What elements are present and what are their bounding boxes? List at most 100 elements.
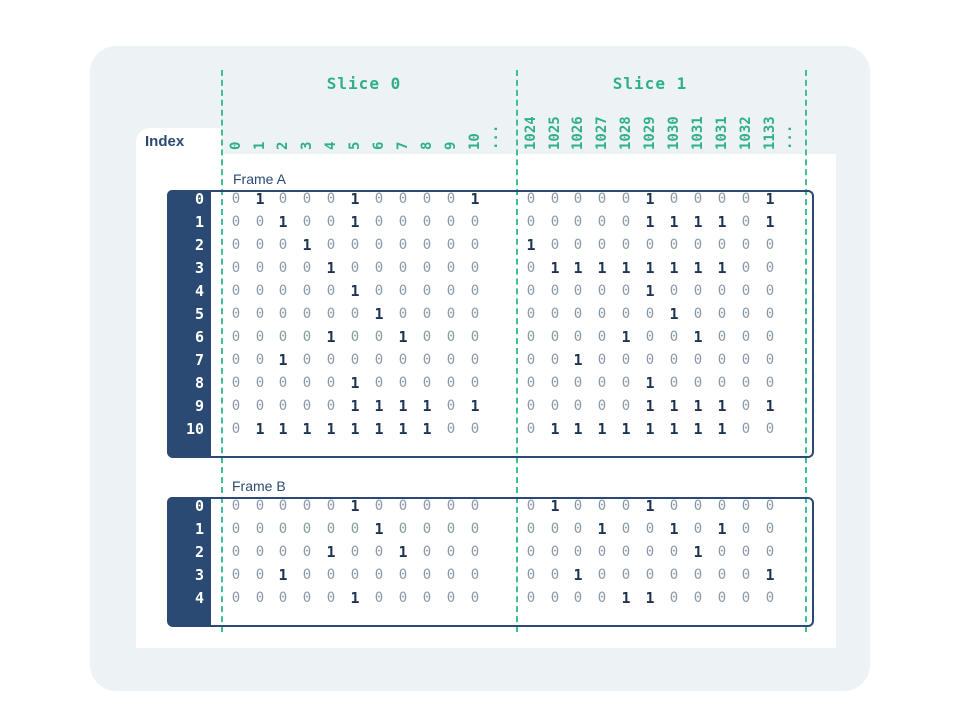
matrix-cell: 0 — [326, 191, 336, 207]
matrix-cell: 0 — [741, 590, 751, 606]
matrix-cell: 1 — [717, 520, 727, 538]
matrix-cell: 0 — [526, 214, 536, 230]
matrix-cell: 0 — [470, 283, 480, 299]
matrix-cell: 0 — [278, 260, 288, 276]
matrix-cell: 1 — [470, 397, 480, 415]
matrix-cell: 1 — [350, 374, 360, 392]
matrix-cell: 0 — [422, 306, 432, 322]
matrix-cell: 0 — [422, 191, 432, 207]
matrix-cell: 1 — [398, 543, 408, 561]
matrix-cell: 0 — [446, 260, 456, 276]
matrix-cell: 0 — [526, 421, 536, 437]
matrix-cell: 0 — [398, 375, 408, 391]
matrix-cell: 0 — [350, 329, 360, 345]
matrix-cell: 0 — [470, 590, 480, 606]
matrix-cell: 0 — [645, 352, 655, 368]
matrix-cell: 1 — [374, 420, 384, 438]
matrix-cell: 1 — [550, 420, 560, 438]
matrix-cell: 1 — [693, 328, 703, 346]
matrix-cell: 0 — [741, 191, 751, 207]
row-index: 2 — [194, 543, 204, 561]
matrix-cell: 0 — [446, 306, 456, 322]
matrix-cell: 1 — [350, 190, 360, 208]
matrix-cell: 0 — [255, 237, 265, 253]
matrix-cell: 0 — [550, 398, 560, 414]
matrix-cell: 0 — [446, 567, 456, 583]
matrix-cell: 0 — [374, 329, 384, 345]
matrix-cell: 0 — [398, 498, 408, 514]
matrix-cell: 0 — [470, 498, 480, 514]
matrix-cell: 0 — [350, 544, 360, 560]
column-number: 4 — [323, 141, 339, 150]
matrix-cell: 0 — [550, 544, 560, 560]
matrix-cell: 1 — [645, 190, 655, 208]
matrix-cell: 1 — [550, 259, 560, 277]
matrix-cell: 0 — [765, 329, 775, 345]
matrix-cell: 0 — [422, 260, 432, 276]
matrix-cell: 0 — [693, 352, 703, 368]
matrix-cell: 0 — [446, 191, 456, 207]
row-index: 7 — [194, 351, 204, 369]
matrix-cell: 1 — [374, 520, 384, 538]
matrix-cell: 0 — [621, 283, 631, 299]
matrix-cell: 1 — [255, 420, 265, 438]
matrix-cell: 0 — [550, 590, 560, 606]
matrix-cell: 0 — [597, 498, 607, 514]
matrix-cell: 0 — [741, 544, 751, 560]
matrix-cell: 0 — [422, 237, 432, 253]
matrix-cell: 1 — [326, 420, 336, 438]
column-number: 5 — [347, 141, 363, 150]
matrix-cell: 0 — [374, 237, 384, 253]
slice-0-title: Slice 0 — [326, 74, 402, 93]
matrix-cell: 0 — [374, 544, 384, 560]
matrix-cell: 0 — [446, 421, 456, 437]
row-index: 1 — [194, 213, 204, 231]
matrix-cell: 0 — [597, 352, 607, 368]
matrix-cell: 0 — [446, 375, 456, 391]
column-number: 9 — [443, 141, 459, 150]
matrix-cell: 0 — [669, 237, 679, 253]
matrix-cell: 1 — [326, 259, 336, 277]
matrix-cell: 0 — [550, 283, 560, 299]
matrix-cell: 0 — [446, 237, 456, 253]
matrix-cell: 1 — [302, 420, 312, 438]
column-number: 1031 — [714, 116, 730, 150]
matrix-cell: 0 — [231, 352, 241, 368]
matrix-cell: 0 — [231, 498, 241, 514]
matrix-cell: 0 — [422, 498, 432, 514]
matrix-cell: 0 — [255, 567, 265, 583]
column-number: 1 — [252, 141, 268, 150]
matrix-cell: 0 — [350, 521, 360, 537]
matrix-cell: 0 — [597, 329, 607, 345]
matrix-cell: 0 — [446, 214, 456, 230]
matrix-cell: 0 — [255, 521, 265, 537]
matrix-cell: 0 — [597, 375, 607, 391]
matrix-cell: 0 — [621, 521, 631, 537]
matrix-cell: 0 — [422, 352, 432, 368]
column-number: 10 — [467, 133, 483, 150]
matrix-cell: 0 — [470, 237, 480, 253]
matrix-cell: 0 — [350, 237, 360, 253]
matrix-cell: 1 — [526, 236, 536, 254]
matrix-cell: 0 — [526, 283, 536, 299]
matrix-cell: 0 — [550, 521, 560, 537]
matrix-cell: 0 — [717, 544, 727, 560]
matrix-cell: 1 — [278, 213, 288, 231]
matrix-cell: 0 — [765, 352, 775, 368]
matrix-cell: 0 — [765, 237, 775, 253]
column-number: 1028 — [618, 116, 634, 150]
row-index: 4 — [194, 589, 204, 607]
column-number: 6 — [371, 141, 387, 150]
matrix-cell: 0 — [398, 590, 408, 606]
matrix-cell: 1 — [550, 497, 560, 515]
matrix-cell: 0 — [231, 398, 241, 414]
slice-1-title: Slice 1 — [612, 74, 688, 93]
matrix-cell: 0 — [669, 498, 679, 514]
matrix-cell: 1 — [621, 589, 631, 607]
matrix-cell: 0 — [374, 283, 384, 299]
column-number: ... — [485, 124, 501, 150]
matrix-cell: 0 — [374, 375, 384, 391]
matrix-cell: 0 — [669, 590, 679, 606]
matrix-cell: 0 — [621, 398, 631, 414]
row-index: 4 — [194, 282, 204, 300]
